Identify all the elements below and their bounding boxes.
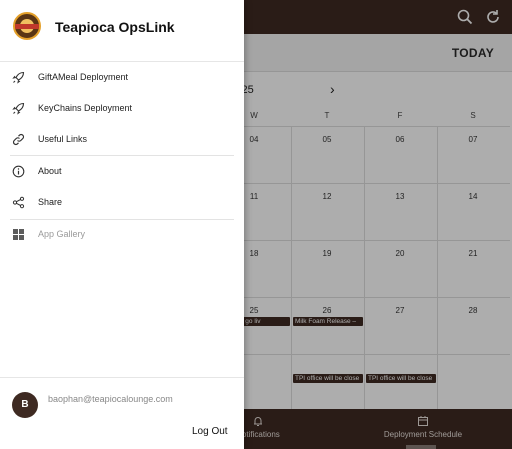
grid-icon	[13, 229, 24, 240]
user-email: baophan@teapiocalounge.com	[48, 394, 173, 404]
link-icon	[12, 133, 25, 146]
menu-item-app-gallery[interactable]: App Gallery	[0, 219, 244, 250]
menu-item-useful-links[interactable]: Useful Links	[0, 124, 244, 155]
rocket-icon	[12, 102, 25, 115]
menu-item-label: Share	[38, 197, 63, 207]
menu-item-label: About	[38, 166, 62, 176]
drawer-header: Teapioca OpsLink	[0, 0, 244, 62]
menu-item-label: KeyChains Deployment	[38, 103, 133, 113]
teapioca-logo	[13, 12, 41, 40]
info-icon	[12, 165, 25, 178]
share-icon	[12, 196, 25, 209]
avatar: B	[12, 392, 38, 418]
menu-item-label: Useful Links	[38, 134, 88, 144]
footer-divider	[0, 377, 244, 378]
menu-item-share[interactable]: Share	[0, 187, 244, 218]
menu-item-giftameal-deployment[interactable]: GiftAMeal Deployment	[0, 62, 244, 93]
menu-item-about[interactable]: About	[0, 156, 244, 187]
menu-item-label: GiftAMeal Deployment	[38, 72, 129, 82]
app-title: Teapioca OpsLink	[55, 19, 175, 35]
rocket-icon	[12, 71, 25, 84]
menu-item-keychains-deployment[interactable]: KeyChains Deployment	[0, 93, 244, 124]
navigation-drawer: Teapioca OpsLink GiftAMeal Deployment Ke…	[0, 0, 244, 449]
log-out-button[interactable]: Log Out	[192, 426, 228, 437]
menu-item-label: App Gallery	[38, 229, 86, 239]
